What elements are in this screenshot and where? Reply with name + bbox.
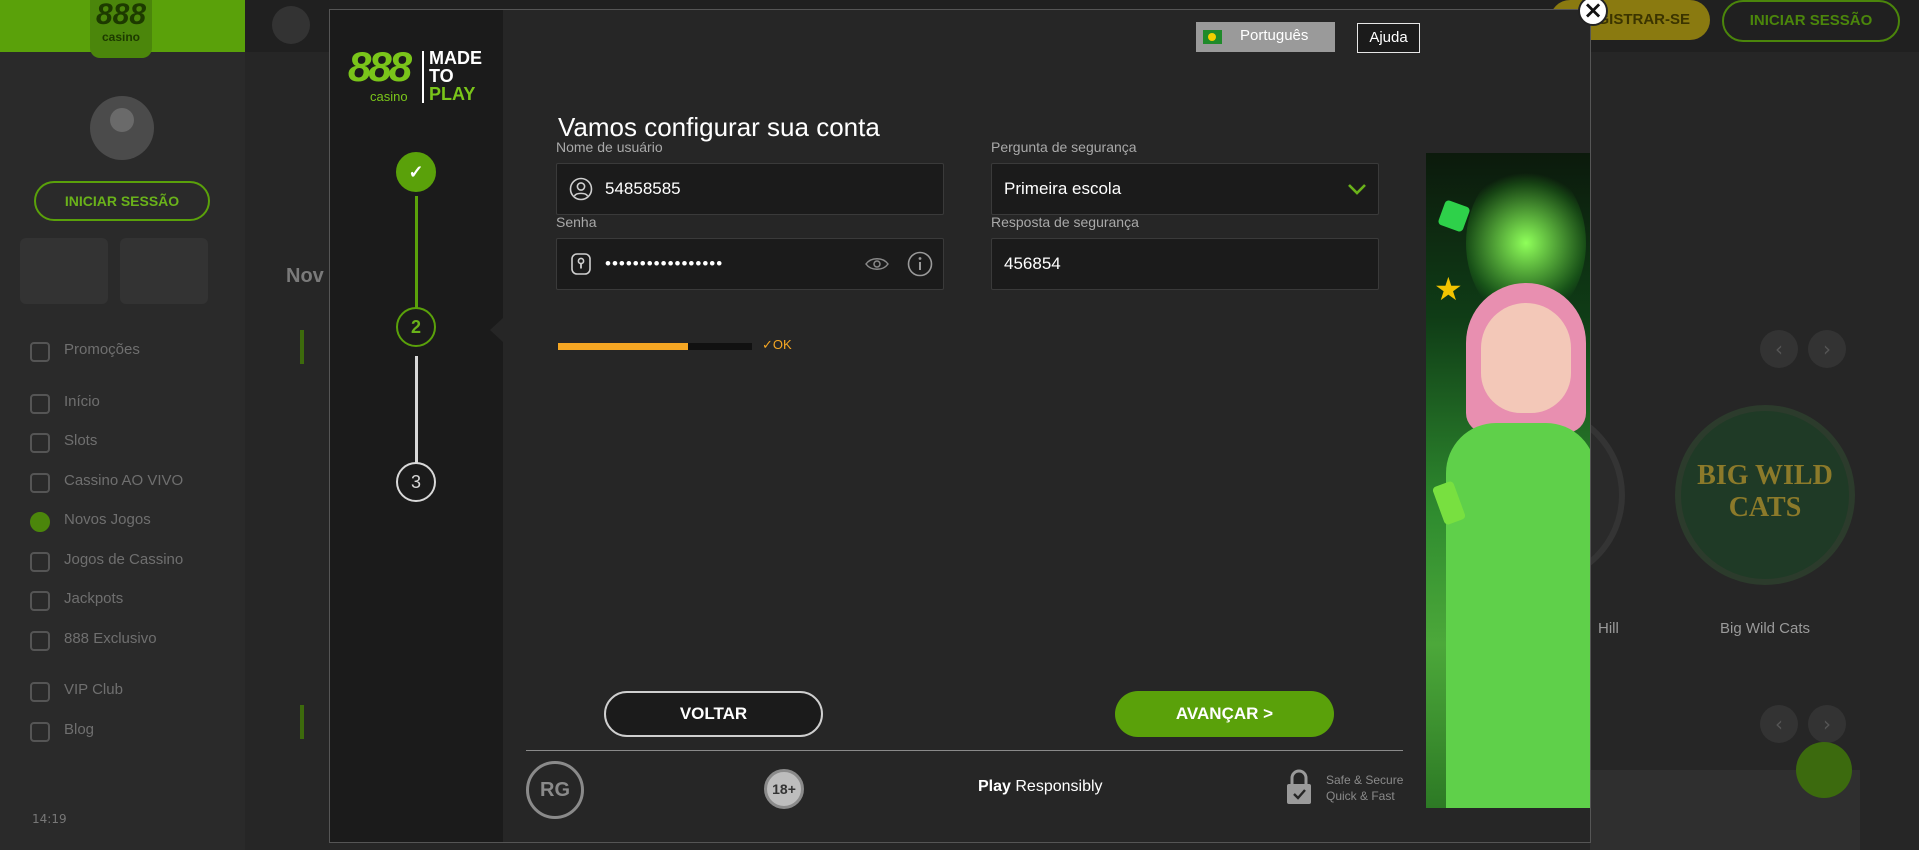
step-pointer: [490, 318, 503, 342]
step-connector-pending: [415, 356, 418, 476]
carousel-next-icon[interactable]: ›: [1808, 330, 1846, 368]
registration-modal: 888 casino MADE TO PLAY ✓ 2 3 Português …: [329, 9, 1591, 843]
brand-divider: [422, 51, 424, 103]
header-login-button[interactable]: INICIAR SESSÃO: [1722, 0, 1900, 42]
sidebar-menu: Promoções Início Slots Cassino AO VIVO N…: [0, 330, 245, 749]
search-icon[interactable]: [272, 6, 310, 44]
security-question-label: Pergunta de segurança: [991, 139, 1137, 155]
responsible-gaming-badge[interactable]: RG: [526, 761, 584, 819]
site-logo-number: 888: [95, 0, 147, 31]
chevron-down-icon: [1348, 184, 1366, 195]
section-title: Nov: [286, 265, 324, 287]
brand-tagline: MADE TO PLAY: [429, 49, 482, 103]
brand-tagline-play: PLAY: [429, 84, 476, 104]
security-question-value: Primeira escola: [1004, 179, 1122, 198]
password-strength-bar: [558, 343, 752, 350]
gift-icon[interactable]: [120, 238, 208, 304]
section-accent: [300, 330, 304, 364]
info-icon[interactable]: [907, 251, 933, 277]
play-responsibly-rest: Responsibly: [1010, 778, 1103, 795]
brand-logo: 888 casino MADE TO PLAY: [348, 45, 493, 105]
security-answer-field[interactable]: 456854: [991, 238, 1379, 290]
lock-icon: [1287, 769, 1311, 804]
sidebar-item-novos-jogos[interactable]: Novos Jogos: [0, 500, 245, 540]
carousel-prev-icon[interactable]: ‹: [1760, 330, 1798, 368]
user-icon: [569, 177, 593, 201]
star-icon: ★: [1434, 270, 1463, 308]
sidebar-item-888-exclusivo[interactable]: 888 Exclusivo: [0, 619, 245, 659]
promo-person-body: [1446, 423, 1590, 808]
avatar[interactable]: [90, 96, 154, 160]
security-answer-label: Resposta de segurança: [991, 214, 1139, 230]
play-responsibly-bold: Play: [978, 778, 1011, 795]
next-button[interactable]: AVANÇAR >: [1115, 691, 1334, 737]
step-rail: 888 casino MADE TO PLAY ✓ 2 3: [330, 10, 503, 842]
promo-image: ★: [1426, 153, 1590, 808]
password-value: •••••••••••••••••: [605, 254, 724, 273]
check-icon: ✓: [762, 337, 773, 352]
safe-line-1: Safe & Secure: [1326, 773, 1404, 787]
keyhole-icon: [571, 253, 591, 275]
site-logo[interactable]: 888 casino: [90, 0, 152, 58]
username-label: Nome de usuário: [556, 139, 663, 155]
sidebar-item-jogos-de-cassino[interactable]: Jogos de Cassino: [0, 540, 245, 580]
age-restriction-badge: 18+: [764, 769, 804, 809]
brand-tagline-made: MADE: [429, 48, 482, 68]
security-question-select[interactable]: Primeira escola: [991, 163, 1379, 215]
password-strength-text: OK: [772, 337, 792, 352]
brand-tagline-to: TO: [429, 66, 454, 86]
sidebar-item-vip-club[interactable]: VIP Club: [0, 670, 245, 710]
carousel-prev-icon[interactable]: ‹: [1760, 705, 1798, 743]
username-value: 54858585: [605, 179, 681, 198]
step-1-checkmark-icon: ✓: [396, 152, 436, 192]
password-field[interactable]: •••••••••••••••••: [556, 238, 944, 290]
password-strength-fill: [558, 343, 688, 350]
brand-number: 888: [348, 43, 412, 90]
security-answer-value: 456854: [1004, 254, 1061, 273]
section-accent: [300, 705, 304, 739]
safe-secure-text: Safe & Secure Quick & Fast: [1326, 772, 1404, 804]
language-selector[interactable]: Português: [1196, 22, 1335, 52]
safe-line-2: Quick & Fast: [1326, 789, 1395, 803]
promo-person-face: [1481, 303, 1571, 413]
sidebar-quick-icons: [20, 238, 220, 304]
language-label: Português: [1240, 27, 1309, 44]
game-art-title: BIG WILD CATS: [1697, 460, 1833, 523]
username-field[interactable]: 54858585: [556, 163, 944, 215]
bell-icon[interactable]: [20, 238, 108, 304]
dice-icon: [1437, 199, 1471, 233]
sidebar-item-cassino-ao-vivo[interactable]: Cassino AO VIVO: [0, 461, 245, 501]
step-3-indicator: 3: [396, 462, 436, 502]
sidebar-item-slots[interactable]: Slots: [0, 421, 245, 461]
brand-casino: casino: [370, 89, 408, 104]
game-label: Big Wild Cats: [1719, 620, 1811, 637]
sidebar-item-blog[interactable]: Blog: [0, 710, 245, 750]
play-responsibly-link[interactable]: Play Responsibly: [978, 778, 1103, 796]
site-logo-sub: casino: [101, 30, 140, 44]
clock-time: 14:19: [32, 812, 67, 826]
carousel-next-icon[interactable]: ›: [1808, 705, 1846, 743]
sidebar-item-inicio[interactable]: Início: [0, 382, 245, 422]
brazil-flag-icon: [1203, 30, 1222, 44]
game-label: Hill: [1598, 620, 1619, 637]
sidebar-item-promocoes[interactable]: Promoções: [0, 330, 245, 370]
page: REGISTRAR-SE INICIAR SESSÃO 888 casino I…: [0, 0, 1919, 850]
password-strength-status: ✓OK: [762, 337, 792, 353]
back-button[interactable]: VOLTAR: [604, 691, 823, 737]
eye-icon[interactable]: [864, 252, 890, 276]
sidebar-login-button[interactable]: INICIAR SESSÃO: [34, 181, 210, 221]
chat-icon[interactable]: [1796, 742, 1852, 798]
step-2-indicator: 2: [396, 307, 436, 347]
help-button[interactable]: Ajuda: [1357, 23, 1420, 53]
step-connector-done: [415, 196, 418, 318]
sidebar-item-jackpots[interactable]: Jackpots: [0, 579, 245, 619]
password-label: Senha: [556, 214, 597, 230]
footer-divider: [526, 750, 1403, 751]
